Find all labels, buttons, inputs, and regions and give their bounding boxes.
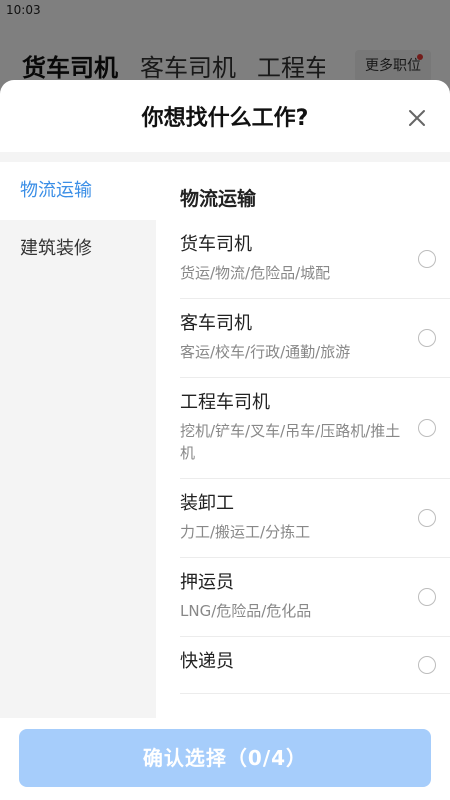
confirm-selection-button[interactable]: 确认选择（0/4）	[19, 729, 431, 787]
job-title: 快递员	[180, 651, 234, 672]
job-picker-sheet: 你想找什么工作? 物流运输 建筑装修 物流运输 货车司机 货运/物流/危险品/城…	[0, 80, 450, 800]
list-item[interactable]: 押运员 LNG/危险品/危化品	[180, 558, 450, 637]
category-sidebar: 物流运输 建筑装修	[0, 162, 156, 718]
list-item[interactable]: 货车司机 货运/物流/危险品/城配	[180, 220, 450, 299]
job-description: LNG/危险品/危化品	[180, 602, 312, 620]
job-title: 押运员	[180, 572, 234, 593]
close-icon	[409, 110, 425, 126]
radio-button[interactable]	[418, 588, 436, 606]
job-description: 挖机/铲车/叉车/吊车/压路机/推土机	[180, 422, 401, 462]
sidebar-item-logistics[interactable]: 物流运输	[0, 162, 156, 220]
radio-button[interactable]	[418, 419, 436, 437]
job-description: 客运/校车/行政/通勤/旅游	[180, 343, 351, 361]
radio-button[interactable]	[418, 250, 436, 268]
job-title: 装卸工	[180, 493, 234, 514]
list-item[interactable]: 客车司机 客运/校车/行政/通勤/旅游	[180, 299, 450, 378]
radio-button[interactable]	[418, 656, 436, 674]
job-title: 工程车司机	[180, 392, 270, 413]
close-button[interactable]	[403, 104, 431, 132]
list-item[interactable]: 工程车司机 挖机/铲车/叉车/吊车/压路机/推土机	[180, 378, 450, 479]
list-item[interactable]: 快递员	[180, 637, 450, 694]
job-list-panel: 物流运输 货车司机 货运/物流/危险品/城配 客车司机 客运/校车/行政/通勤/…	[156, 162, 450, 718]
sidebar-item-construction[interactable]: 建筑装修	[0, 220, 156, 278]
radio-button[interactable]	[418, 509, 436, 527]
radio-button[interactable]	[418, 329, 436, 347]
job-description: 货运/物流/危险品/城配	[180, 264, 331, 282]
job-title: 客车司机	[180, 313, 252, 334]
job-title: 货车司机	[180, 234, 252, 255]
job-list: 货车司机 货运/物流/危险品/城配 客车司机 客运/校车/行政/通勤/旅游 工程…	[156, 220, 450, 694]
job-description: 力工/搬运工/分拣工	[180, 523, 311, 541]
sheet-footer: 确认选择（0/4）	[0, 718, 450, 800]
category-heading: 物流运输	[180, 188, 257, 210]
list-item[interactable]: 装卸工 力工/搬运工/分拣工	[180, 479, 450, 558]
section-divider	[0, 152, 450, 162]
sheet-title: 你想找什么工作?	[141, 106, 309, 131]
